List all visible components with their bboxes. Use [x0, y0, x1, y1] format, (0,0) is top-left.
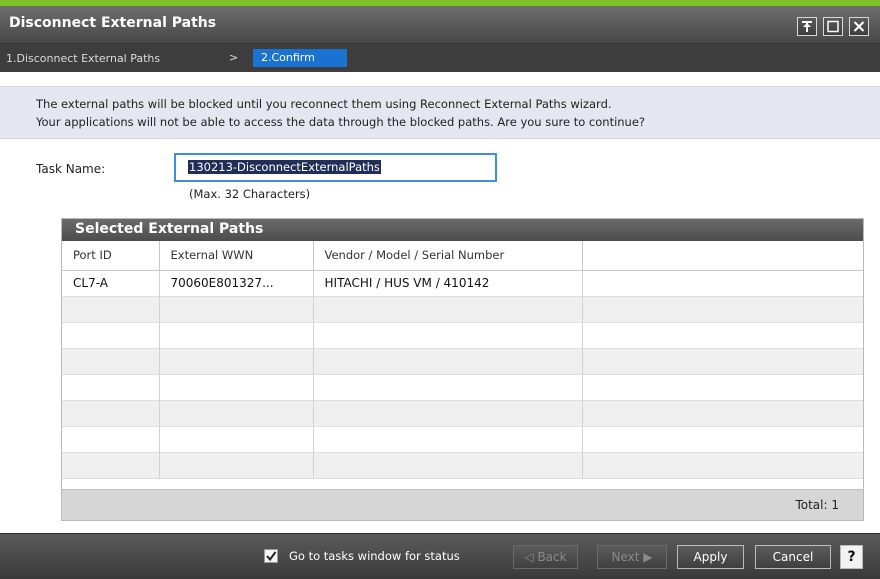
maximize-icon: [824, 20, 842, 33]
close-icon: [850, 20, 868, 33]
title-bar: Disconnect External Paths: [0, 6, 880, 44]
empty-row: [62, 348, 863, 375]
empty-row: [62, 426, 863, 453]
cell-empty: [582, 270, 863, 297]
empty-row: [62, 452, 863, 479]
info-line-2: Your applications will not be able to ac…: [36, 115, 646, 129]
selected-paths-table: Selected External Paths Port ID External…: [61, 218, 864, 521]
pin-button[interactable]: [797, 17, 817, 36]
cancel-button[interactable]: Cancel: [755, 545, 831, 569]
info-line-1: The external paths will be blocked until…: [36, 97, 612, 111]
empty-row: [62, 400, 863, 427]
column-header-port-id[interactable]: Port ID: [62, 241, 160, 271]
next-label: Next: [611, 550, 640, 564]
footer-bar: Go to tasks window for status ◁ Back Nex…: [0, 533, 880, 579]
table-footer: Total: 1: [62, 489, 863, 520]
checkmark-icon: [265, 550, 277, 562]
chevron-left-icon: ◁: [524, 550, 534, 564]
tasks-window-checkbox[interactable]: [264, 549, 278, 563]
tasks-window-checkbox-label[interactable]: Go to tasks window for status: [289, 549, 460, 563]
close-button[interactable]: [849, 17, 869, 36]
chevron-right-icon: ▶: [643, 550, 653, 564]
table-title: Selected External Paths: [62, 219, 863, 241]
total-count: Total: 1: [795, 498, 839, 512]
pin-icon: [798, 20, 816, 33]
back-button[interactable]: ◁ Back: [513, 545, 578, 569]
step-disconnect: 1.Disconnect External Paths: [6, 52, 161, 65]
next-button[interactable]: Next ▶: [597, 545, 667, 569]
cell-port-id: CL7-A: [62, 270, 160, 297]
column-header-empty: [582, 241, 863, 271]
empty-row: [62, 296, 863, 323]
back-label: Back: [537, 550, 567, 564]
column-header-external-wwn[interactable]: External WWN: [159, 241, 314, 271]
task-name-value: 130213-DisconnectExternalPaths: [188, 160, 381, 174]
task-name-hint: (Max. 32 Characters): [189, 187, 311, 201]
step-confirm-active: 2.Confirm: [253, 49, 347, 67]
column-header-vendor-model-serial[interactable]: Vendor / Model / Serial Number: [313, 241, 583, 271]
empty-row: [62, 322, 863, 349]
table-row[interactable]: CL7-A 70060E801327... HITACHI / HUS VM /…: [62, 270, 863, 297]
info-message: The external paths will be blocked until…: [0, 86, 880, 139]
maximize-button[interactable]: [823, 17, 843, 36]
paths-grid: Port ID External WWN Vendor / Model / Se…: [62, 241, 863, 479]
task-name-input[interactable]: 130213-DisconnectExternalPaths: [174, 153, 497, 182]
wizard-steps: 1.Disconnect External Paths > 2.Confirm: [0, 44, 880, 72]
window-title: Disconnect External Paths: [9, 15, 217, 31]
dialog-window: Disconnect External Paths 1.Disconnect E…: [0, 0, 880, 579]
help-button[interactable]: ?: [840, 545, 863, 569]
empty-row: [62, 374, 863, 401]
apply-button[interactable]: Apply: [677, 545, 744, 569]
task-name-label: Task Name:: [36, 162, 106, 176]
step-separator: >: [229, 51, 239, 64]
cell-vendor-model-serial: HITACHI / HUS VM / 410142: [313, 270, 583, 297]
cell-external-wwn: 70060E801327...: [159, 270, 314, 297]
